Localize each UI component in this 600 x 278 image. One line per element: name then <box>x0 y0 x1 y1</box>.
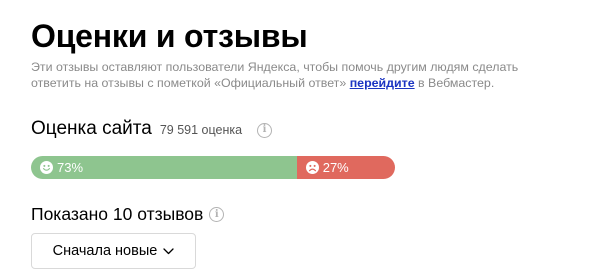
description-text-after-link: в Вебмастер. <box>414 76 495 90</box>
smile-icon <box>40 161 53 174</box>
site-rating-header: Оценка сайта 79 591 оценка i <box>31 117 273 141</box>
description-text-before-link: ответить на отзывы с пометкой «Официальн… <box>31 76 350 90</box>
chevron-down-icon <box>163 247 174 254</box>
page-title: Оценки и отзывы <box>31 18 308 54</box>
description-line-1: Эти отзывы оставляют пользователи Яндекс… <box>31 60 519 74</box>
reviews-shown-text: Показано 10 отзывов <box>31 204 204 224</box>
reviews-count-header: Показано 10 отзывов i <box>31 202 225 226</box>
info-icon[interactable]: i <box>209 207 225 222</box>
description-line-2: ответить на отзывы с пометкой «Официальн… <box>31 75 600 91</box>
rating-count: 79 591 оценка <box>159 123 243 137</box>
positive-percent: 73% <box>57 160 84 175</box>
sentiment-bar: 73% 27% <box>31 156 395 179</box>
description: Эти отзывы оставляют пользователи Яндекс… <box>31 59 600 91</box>
sort-dropdown-button[interactable]: Сначала новые <box>31 233 196 269</box>
negative-segment: 27% <box>296 156 395 179</box>
negative-percent: 27% <box>322 160 349 175</box>
sad-face-icon <box>305 161 319 174</box>
reviews-section: Оценки и отзывы Эти отзывы оставляют пол… <box>0 0 600 278</box>
site-rating-title: Оценка сайта <box>31 118 152 139</box>
sort-label: Сначала новые <box>52 243 158 259</box>
webmaster-link[interactable]: перейдите <box>350 76 415 90</box>
info-icon[interactable]: i <box>257 122 273 138</box>
positive-segment: 73% <box>31 156 297 179</box>
